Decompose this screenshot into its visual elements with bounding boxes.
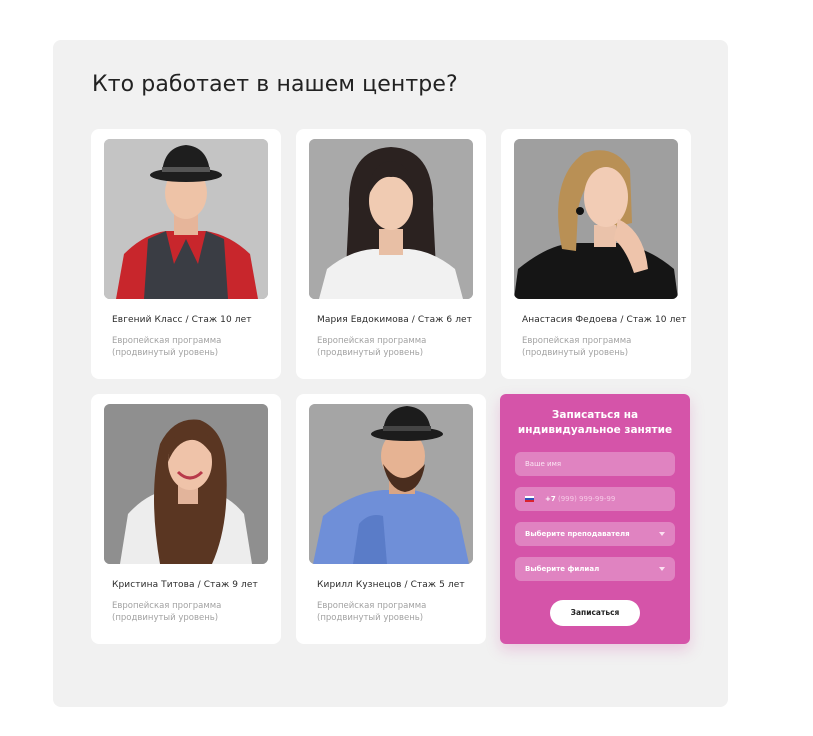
branch-select-value: Выберите филиал	[525, 565, 600, 573]
form-title: Записаться на индивидуальное занятие	[517, 409, 673, 436]
branch-select[interactable]: Выберите филиал	[515, 557, 675, 581]
teacher-name: Кирилл Кузнецов / Стаж 5 лет	[317, 580, 465, 590]
submit-button[interactable]: Записаться	[550, 600, 640, 626]
teacher-program: Европейская программа (продвинутый урове…	[112, 601, 222, 623]
phone-input[interactable]: +7 (999) 999-99-99	[515, 487, 675, 511]
teacher-photo	[514, 139, 678, 299]
teacher-select-value: Выберите преподавателя	[525, 530, 630, 538]
chevron-down-icon	[659, 532, 665, 536]
teacher-card[interactable]: Кирилл Кузнецов / Стаж 5 лет Европейская…	[296, 394, 486, 644]
name-input-placeholder: Ваше имя	[525, 460, 562, 468]
teacher-name: Мария Евдокимова / Стаж 6 лет	[317, 315, 473, 325]
teacher-name: Анастасия Федоева / Стаж 10 лет	[522, 315, 687, 325]
teacher-card[interactable]: Мария Евдокимова / Стаж 6 лет Европейска…	[296, 129, 486, 379]
name-input[interactable]: Ваше имя	[515, 452, 675, 476]
teacher-card[interactable]: Евгений Класс / Стаж 10 лет Европейская …	[91, 129, 281, 379]
teacher-photo	[309, 404, 473, 564]
phone-code: +7	[545, 495, 556, 503]
teacher-program: Европейская программа (продвинутый урове…	[522, 336, 632, 358]
teacher-card[interactable]: Кристина Титова / Стаж 9 лет Европейская…	[91, 394, 281, 644]
teacher-program: Европейская программа (продвинутый урове…	[317, 601, 427, 623]
chevron-down-icon	[659, 567, 665, 571]
teacher-program: Европейская программа (продвинутый урове…	[317, 336, 427, 358]
signup-form: Записаться на индивидуальное занятие Ваш…	[500, 394, 690, 644]
teacher-select[interactable]: Выберите преподавателя	[515, 522, 675, 546]
teacher-photo	[309, 139, 473, 299]
teacher-photo	[104, 139, 268, 299]
teacher-card[interactable]: Анастасия Федоева / Стаж 10 лет Европейс…	[501, 129, 691, 379]
russia-flag-icon[interactable]	[525, 496, 534, 502]
teacher-name: Кристина Титова / Стаж 9 лет	[112, 580, 258, 590]
teacher-photo	[104, 404, 268, 564]
section-title: Кто работает в нашем центре?	[92, 72, 458, 97]
teacher-name: Евгений Класс / Стаж 10 лет	[112, 315, 252, 325]
phone-mask-placeholder: (999) 999-99-99	[558, 495, 616, 503]
teacher-program: Европейская программа (продвинутый урове…	[112, 336, 222, 358]
